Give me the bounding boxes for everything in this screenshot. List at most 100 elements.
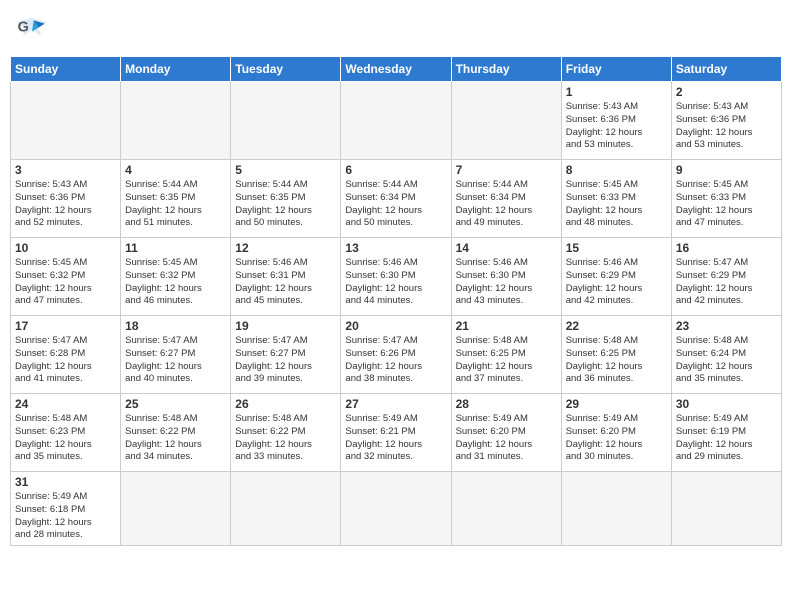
day-number: 20 (345, 319, 446, 333)
day-number: 14 (456, 241, 557, 255)
header: G (10, 10, 782, 50)
calendar: SundayMondayTuesdayWednesdayThursdayFrid… (10, 56, 782, 546)
day-info: Sunrise: 5:49 AM Sunset: 6:21 PM Dayligh… (345, 413, 446, 464)
day-info: Sunrise: 5:48 AM Sunset: 6:22 PM Dayligh… (125, 413, 226, 464)
day-number: 9 (676, 163, 777, 177)
calendar-cell: 17 Sunrise: 5:47 AM Sunset: 6:28 PM Dayli… (11, 316, 121, 394)
day-number: 6 (345, 163, 446, 177)
weekday-header-thursday: Thursday (451, 57, 561, 82)
day-info: Sunrise: 5:45 AM Sunset: 6:33 PM Dayligh… (676, 179, 777, 230)
day-info: Sunrise: 5:47 AM Sunset: 6:27 PM Dayligh… (125, 335, 226, 386)
calendar-cell: 12 Sunrise: 5:46 AM Sunset: 6:31 PM Dayli… (231, 238, 341, 316)
day-number: 26 (235, 397, 336, 411)
day-number: 29 (566, 397, 667, 411)
day-info: Sunrise: 5:43 AM Sunset: 6:36 PM Dayligh… (15, 179, 116, 230)
day-info: Sunrise: 5:48 AM Sunset: 6:25 PM Dayligh… (566, 335, 667, 386)
day-info: Sunrise: 5:46 AM Sunset: 6:31 PM Dayligh… (235, 257, 336, 308)
day-info: Sunrise: 5:47 AM Sunset: 6:28 PM Dayligh… (15, 335, 116, 386)
calendar-cell: 2Sunrise: 5:43 AM Sunset: 6:36 PM Daylig… (671, 82, 781, 160)
calendar-cell (231, 82, 341, 160)
calendar-cell (451, 82, 561, 160)
weekday-header-row: SundayMondayTuesdayWednesdayThursdayFrid… (11, 57, 782, 82)
week-row-1: 3 Sunrise: 5:43 AM Sunset: 6:36 PM Daylig… (11, 160, 782, 238)
day-number: 22 (566, 319, 667, 333)
day-number: 13 (345, 241, 446, 255)
calendar-cell (341, 82, 451, 160)
calendar-cell (11, 82, 121, 160)
day-info: Sunrise: 5:46 AM Sunset: 6:29 PM Dayligh… (566, 257, 667, 308)
day-number: 10 (15, 241, 116, 255)
calendar-cell: 6 Sunrise: 5:44 AM Sunset: 6:34 PM Daylig… (341, 160, 451, 238)
day-info: Sunrise: 5:48 AM Sunset: 6:23 PM Dayligh… (15, 413, 116, 464)
calendar-cell: 5Sunrise: 5:44 AM Sunset: 6:35 PM Daylig… (231, 160, 341, 238)
calendar-cell: 25 Sunrise: 5:48 AM Sunset: 6:22 PM Dayli… (121, 394, 231, 472)
calendar-cell: 31Sunrise: 5:49 AM Sunset: 6:18 PM Dayli… (11, 472, 121, 546)
calendar-cell: 29 Sunrise: 5:49 AM Sunset: 6:20 PM Dayli… (561, 394, 671, 472)
day-number: 30 (676, 397, 777, 411)
calendar-cell: 1 Sunrise: 5:43 AM Sunset: 6:36 PM Daylig… (561, 82, 671, 160)
day-number: 8 (566, 163, 667, 177)
day-info: Sunrise: 5:45 AM Sunset: 6:32 PM Dayligh… (15, 257, 116, 308)
calendar-cell: 22 Sunrise: 5:48 AM Sunset: 6:25 PM Dayli… (561, 316, 671, 394)
week-row-5: 31Sunrise: 5:49 AM Sunset: 6:18 PM Dayli… (11, 472, 782, 546)
calendar-cell: 9 Sunrise: 5:45 AM Sunset: 6:33 PM Daylig… (671, 160, 781, 238)
day-number: 25 (125, 397, 226, 411)
calendar-cell (231, 472, 341, 546)
day-number: 24 (15, 397, 116, 411)
day-number: 28 (456, 397, 557, 411)
week-row-0: 1 Sunrise: 5:43 AM Sunset: 6:36 PM Daylig… (11, 82, 782, 160)
calendar-cell: 8Sunrise: 5:45 AM Sunset: 6:33 PM Daylig… (561, 160, 671, 238)
week-row-3: 17 Sunrise: 5:47 AM Sunset: 6:28 PM Dayli… (11, 316, 782, 394)
day-info: Sunrise: 5:43 AM Sunset: 6:36 PM Dayligh… (566, 101, 667, 152)
calendar-cell: 13Sunrise: 5:46 AM Sunset: 6:30 PM Dayli… (341, 238, 451, 316)
day-number: 16 (676, 241, 777, 255)
day-number: 15 (566, 241, 667, 255)
weekday-header-tuesday: Tuesday (231, 57, 341, 82)
day-number: 27 (345, 397, 446, 411)
weekday-header-monday: Monday (121, 57, 231, 82)
calendar-cell: 7Sunrise: 5:44 AM Sunset: 6:34 PM Daylig… (451, 160, 561, 238)
week-row-2: 10 Sunrise: 5:45 AM Sunset: 6:32 PM Dayli… (11, 238, 782, 316)
calendar-cell: 3 Sunrise: 5:43 AM Sunset: 6:36 PM Daylig… (11, 160, 121, 238)
logo: G (16, 14, 52, 46)
calendar-cell: 19Sunrise: 5:47 AM Sunset: 6:27 PM Dayli… (231, 316, 341, 394)
calendar-cell: 20Sunrise: 5:47 AM Sunset: 6:26 PM Dayli… (341, 316, 451, 394)
day-number: 4 (125, 163, 226, 177)
day-info: Sunrise: 5:43 AM Sunset: 6:36 PM Dayligh… (676, 101, 777, 152)
day-info: Sunrise: 5:48 AM Sunset: 6:24 PM Dayligh… (676, 335, 777, 386)
day-info: Sunrise: 5:49 AM Sunset: 6:20 PM Dayligh… (566, 413, 667, 464)
day-info: Sunrise: 5:44 AM Sunset: 6:35 PM Dayligh… (125, 179, 226, 230)
day-number: 23 (676, 319, 777, 333)
calendar-cell: 14 Sunrise: 5:46 AM Sunset: 6:30 PM Dayli… (451, 238, 561, 316)
calendar-cell: 11Sunrise: 5:45 AM Sunset: 6:32 PM Dayli… (121, 238, 231, 316)
calendar-cell: 18Sunrise: 5:47 AM Sunset: 6:27 PM Dayli… (121, 316, 231, 394)
calendar-cell (341, 472, 451, 546)
weekday-header-wednesday: Wednesday (341, 57, 451, 82)
calendar-cell: 24 Sunrise: 5:48 AM Sunset: 6:23 PM Dayli… (11, 394, 121, 472)
calendar-cell: 4 Sunrise: 5:44 AM Sunset: 6:35 PM Daylig… (121, 160, 231, 238)
day-number: 17 (15, 319, 116, 333)
calendar-cell: 28 Sunrise: 5:49 AM Sunset: 6:20 PM Dayli… (451, 394, 561, 472)
day-info: Sunrise: 5:47 AM Sunset: 6:29 PM Dayligh… (676, 257, 777, 308)
day-number: 12 (235, 241, 336, 255)
day-info: Sunrise: 5:49 AM Sunset: 6:20 PM Dayligh… (456, 413, 557, 464)
day-info: Sunrise: 5:45 AM Sunset: 6:32 PM Dayligh… (125, 257, 226, 308)
weekday-header-saturday: Saturday (671, 57, 781, 82)
week-row-4: 24 Sunrise: 5:48 AM Sunset: 6:23 PM Dayli… (11, 394, 782, 472)
calendar-cell: 21 Sunrise: 5:48 AM Sunset: 6:25 PM Dayli… (451, 316, 561, 394)
day-info: Sunrise: 5:48 AM Sunset: 6:22 PM Dayligh… (235, 413, 336, 464)
weekday-header-sunday: Sunday (11, 57, 121, 82)
day-number: 3 (15, 163, 116, 177)
day-info: Sunrise: 5:48 AM Sunset: 6:25 PM Dayligh… (456, 335, 557, 386)
day-info: Sunrise: 5:44 AM Sunset: 6:35 PM Dayligh… (235, 179, 336, 230)
day-info: Sunrise: 5:46 AM Sunset: 6:30 PM Dayligh… (456, 257, 557, 308)
calendar-cell (671, 472, 781, 546)
generalblue-logo-icon: G (16, 14, 48, 46)
calendar-cell: 26 Sunrise: 5:48 AM Sunset: 6:22 PM Dayli… (231, 394, 341, 472)
calendar-cell (451, 472, 561, 546)
day-number: 1 (566, 85, 667, 99)
day-number: 31 (15, 475, 116, 489)
day-info: Sunrise: 5:44 AM Sunset: 6:34 PM Dayligh… (345, 179, 446, 230)
calendar-cell (561, 472, 671, 546)
day-number: 21 (456, 319, 557, 333)
